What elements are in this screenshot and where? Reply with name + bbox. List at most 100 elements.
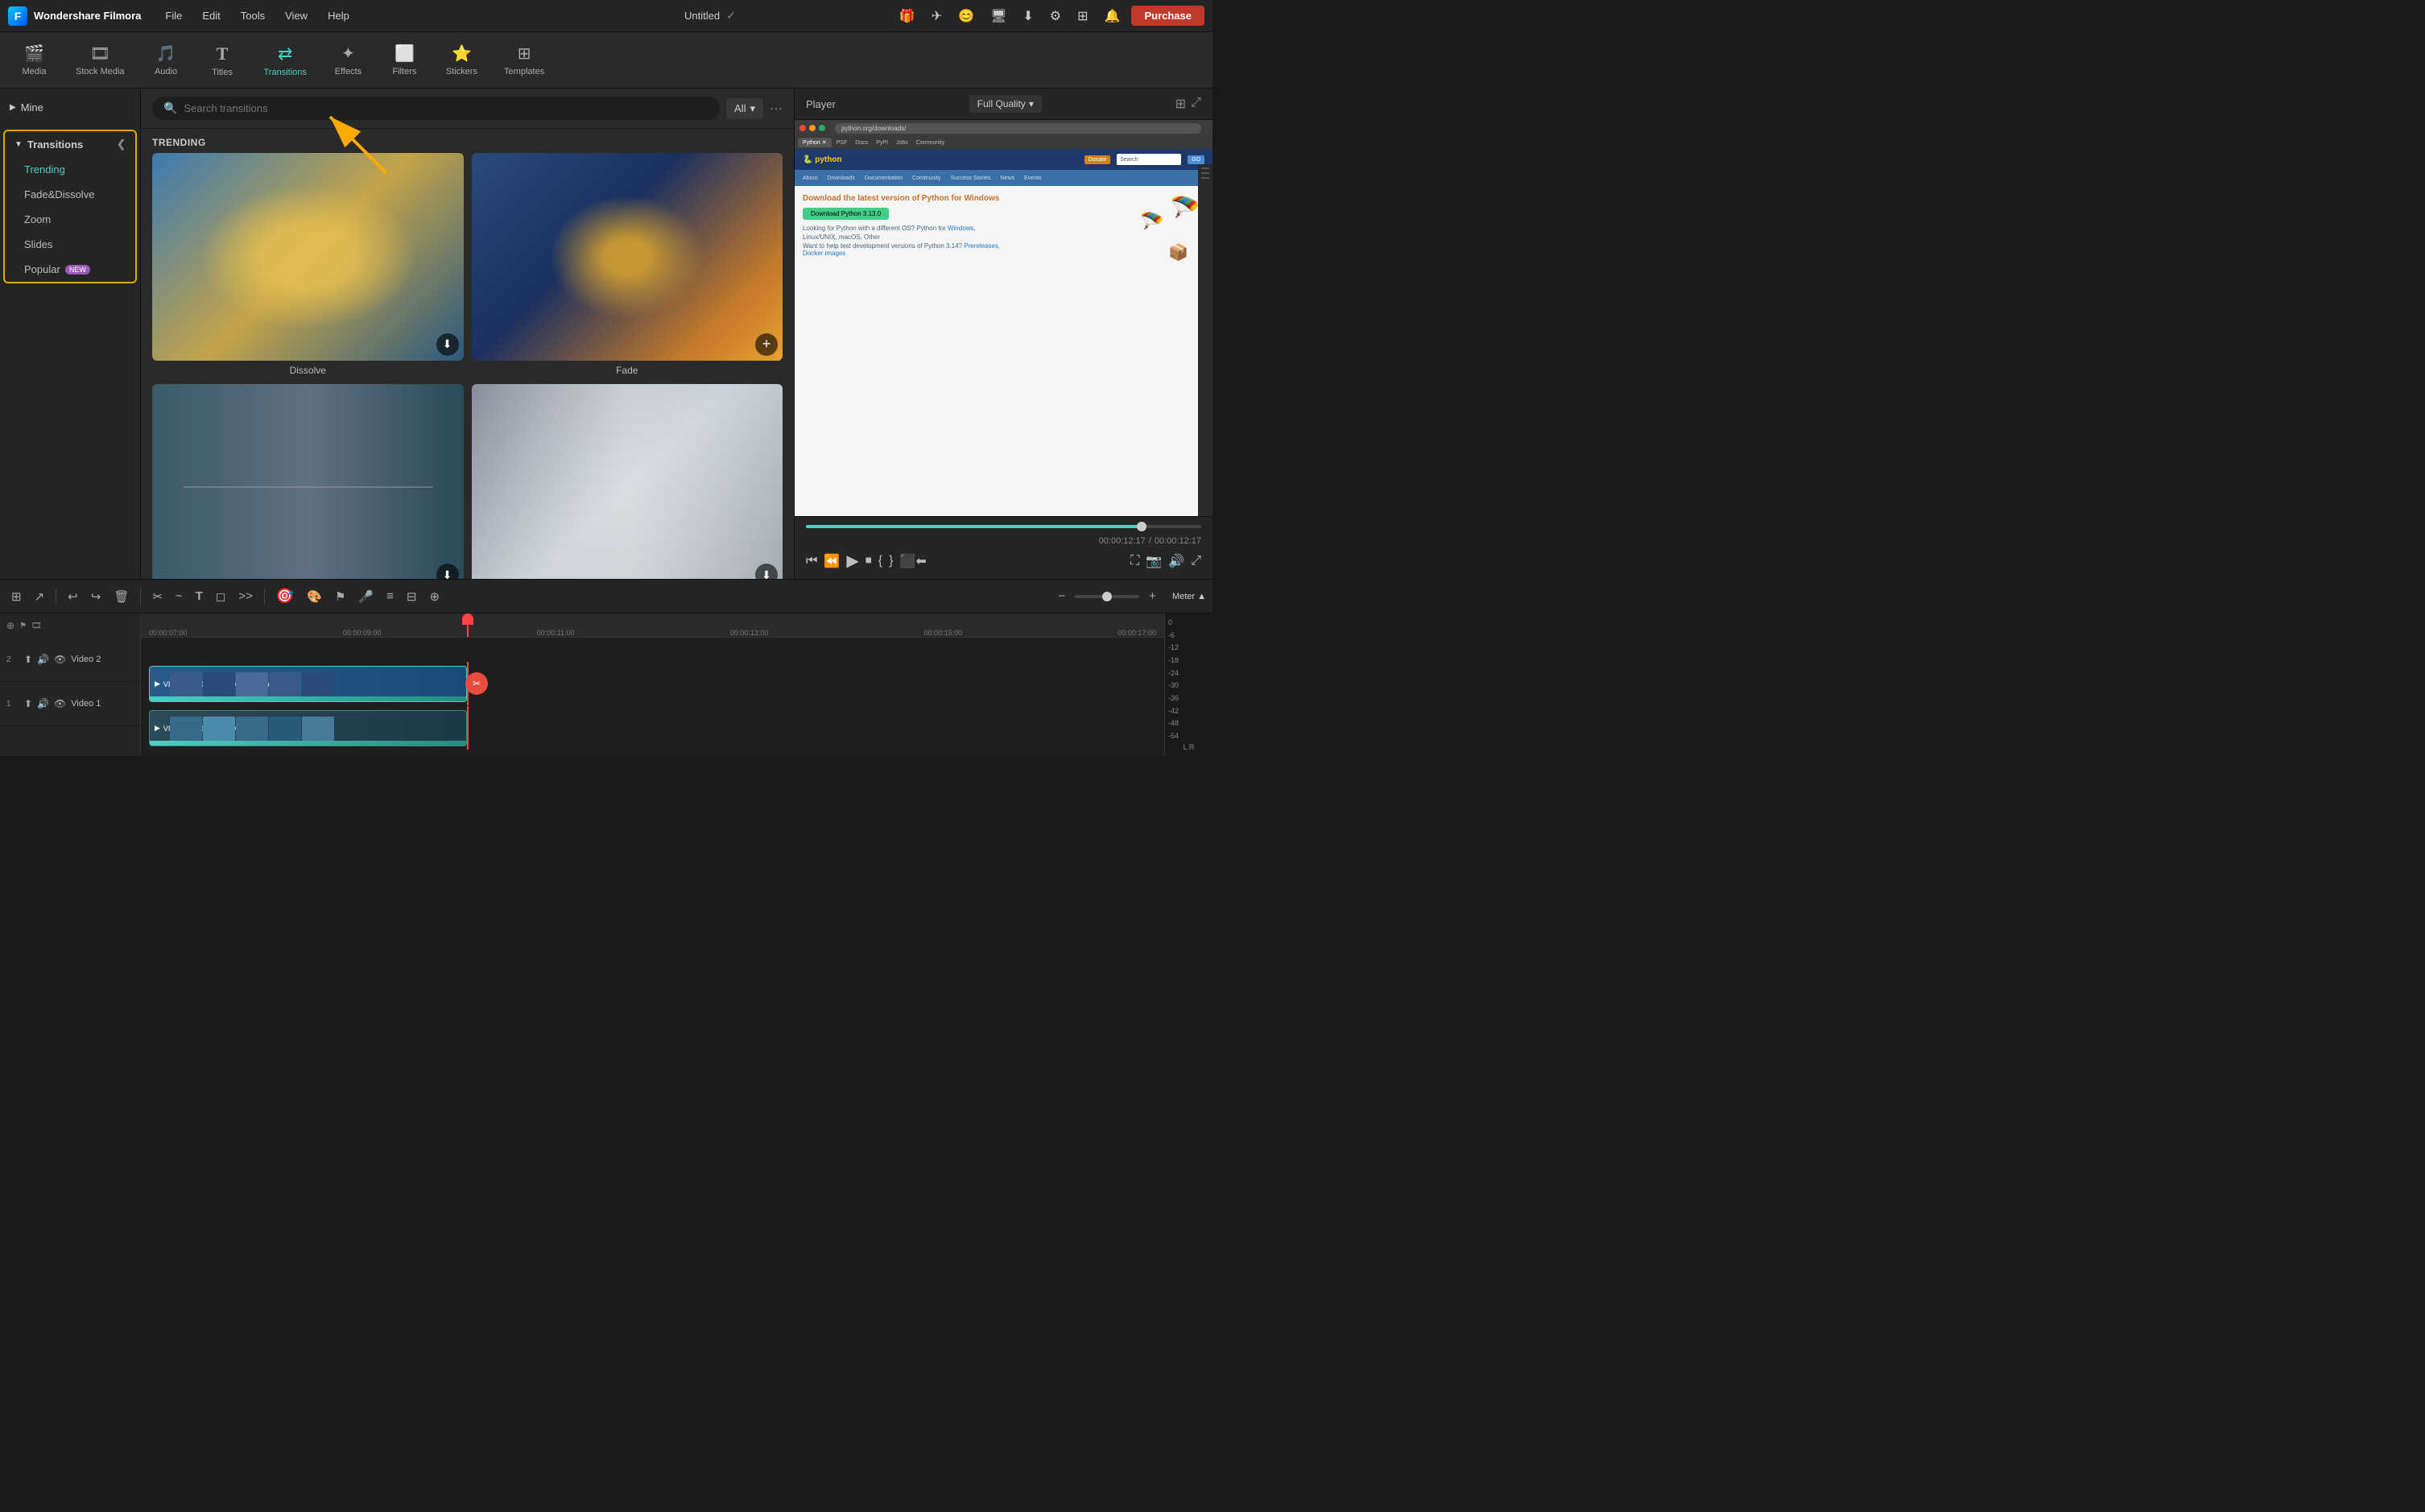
download-icon[interactable]: ⬇ [1018, 5, 1038, 27]
zoom-thumb[interactable] [1102, 592, 1112, 601]
tl-undo-button[interactable]: ↩ [63, 586, 83, 607]
meter-label: Meter ▲ [1172, 592, 1206, 601]
visibility-2-icon[interactable]: 👁 [54, 654, 66, 665]
tl-cut-button[interactable]: ✂ [147, 586, 167, 607]
desktop-icon[interactable]: 🖥 [985, 5, 1011, 27]
project-title: Untitled [684, 10, 720, 22]
sidebar-mine-header[interactable]: ▶ Mine [0, 95, 140, 120]
bracket-open-button[interactable]: { [878, 554, 882, 568]
volume-1-icon[interactable]: 🔊 [37, 698, 49, 709]
notification-icon[interactable]: 🔔 [1100, 5, 1126, 27]
sidebar-item-fade-dissolve[interactable]: Fade&Dissolve [5, 182, 135, 207]
fullscreen-player-button[interactable]: ⛶ [1130, 554, 1139, 568]
transition-card-dissolve[interactable]: ⬇ [152, 153, 464, 361]
add-clip-button[interactable]: 🎞 [31, 622, 42, 630]
zoom-in-button[interactable]: + [1144, 586, 1161, 606]
sidebar-item-zoom[interactable]: Zoom [5, 207, 135, 232]
sidebar-item-slides[interactable]: Slides [5, 232, 135, 257]
download-3-button[interactable]: ⬇ [436, 564, 459, 579]
add-fade-button[interactable]: + [755, 333, 778, 356]
upload-1-icon[interactable]: ⬆ [24, 698, 32, 709]
step-back-button[interactable]: ⏮ [806, 554, 817, 568]
nav-stickers[interactable]: ⭐ Stickers [435, 37, 489, 83]
track-header-video1: 1 ⬆ 🔊 👁 Video 1 [0, 682, 140, 726]
tl-audio-button[interactable]: ~ [171, 586, 188, 606]
settings-icon[interactable]: ⚙ [1045, 5, 1066, 27]
zoom-out-button[interactable]: − [1053, 586, 1070, 606]
layout-icon[interactable]: ⊞ [1072, 5, 1093, 27]
tl-auto-button[interactable]: ≡ [382, 586, 399, 606]
track-2-name: Video 2 [71, 655, 134, 664]
nav-audio[interactable]: 🎵 Audio [140, 37, 192, 83]
progress-bar[interactable] [806, 525, 1201, 528]
upload-icon[interactable]: ⬆ [24, 654, 32, 665]
nav-transitions[interactable]: ⇄ Transitions [253, 37, 318, 84]
menu-tools[interactable]: Tools [233, 6, 273, 25]
menu-view[interactable]: View [277, 6, 316, 25]
tl-delete-button[interactable]: 🗑 [109, 586, 134, 607]
ruler-time-0: 00:00:07:00 [149, 629, 188, 637]
python-download-btn[interactable]: Download Python 3.13.0 [803, 208, 889, 220]
tl-more-button[interactable]: >> [233, 586, 258, 606]
gift-icon[interactable]: 🎁 [894, 5, 920, 27]
tl-crop-button[interactable]: ◻ [211, 586, 230, 607]
progress-thumb[interactable] [1137, 522, 1146, 531]
nav-effects-label: Effects [335, 67, 361, 76]
visibility-1-icon[interactable]: 👁 [54, 698, 66, 709]
more-player-button[interactable]: ⤢ [1191, 554, 1201, 568]
download-dissolve-button[interactable]: ⬇ [436, 333, 459, 356]
purchase-button[interactable]: Purchase [1131, 6, 1204, 26]
menu-help[interactable]: Help [320, 6, 357, 25]
share-icon[interactable]: ✈ [927, 5, 947, 27]
nav-titles[interactable]: T Titles [196, 37, 249, 84]
sidebar-collapse-btn[interactable]: ❮ [117, 138, 126, 151]
tl-split-button[interactable]: ⊟ [402, 586, 422, 607]
tl-speed-button[interactable]: 🎯 [271, 585, 299, 608]
sidebar-item-trending[interactable]: Trending [5, 157, 135, 182]
video-clip-2[interactable]: ▶ VID_20241010_063504_Camera [149, 666, 467, 702]
nav-media[interactable]: 🎬 Media [8, 37, 60, 83]
filter-dropdown[interactable]: All ▾ [726, 98, 763, 119]
sidebar-item-popular[interactable]: Popular NEW [5, 257, 135, 282]
titles-icon: T [217, 43, 229, 64]
transition-card-3[interactable]: ⬇ [152, 384, 464, 579]
snapshot-button[interactable]: 📷 [1146, 553, 1162, 569]
tl-redo-button[interactable]: ↪ [86, 586, 106, 607]
fullscreen-icon[interactable]: ⤢ [1191, 96, 1201, 112]
download-4-button[interactable]: ⬇ [755, 564, 778, 579]
nav-stock-media[interactable]: 🎞 Stock Media [64, 37, 136, 83]
more-options-button[interactable]: ⋯ [770, 101, 783, 117]
tl-add-clip-button[interactable]: ⊕ [424, 586, 444, 607]
tl-markers-button[interactable]: ⚑ [330, 586, 350, 607]
nav-effects[interactable]: ✦ Effects [322, 37, 374, 83]
nav-filters[interactable]: ⬜ Filters [378, 37, 431, 83]
volume-button[interactable]: 🔊 [1168, 553, 1184, 569]
tl-select-button[interactable]: ↗ [30, 586, 50, 607]
tl-text-button[interactable]: T [191, 586, 208, 606]
sidebar-transitions-header[interactable]: ▼ Transitions ❮ [5, 131, 135, 157]
player-preview: python.org/downloads/ Python ✕ PSF Docs … [795, 120, 1212, 516]
transition-item-4: ⬇ [472, 384, 783, 579]
tl-scenes-button[interactable]: ⊞ [6, 586, 27, 607]
nav-templates[interactable]: ⊞ Templates [493, 37, 556, 83]
zoom-slider[interactable] [1075, 595, 1139, 598]
add-track-button[interactable]: ⊕ [6, 620, 14, 631]
volume-2-icon[interactable]: 🔊 [37, 654, 49, 665]
video-clip-1[interactable]: ▶ VID_20241010_063504_Screen Recorder [149, 710, 467, 746]
search-input[interactable] [184, 102, 708, 114]
menu-file[interactable]: File [157, 6, 190, 25]
bracket-close-button[interactable]: } [889, 554, 893, 568]
transition-card-4[interactable]: ⬇ [472, 384, 783, 579]
menu-edit[interactable]: Edit [194, 6, 228, 25]
transition-card-fade[interactable]: + [472, 153, 783, 361]
export-button[interactable]: ⬛⬅ [899, 553, 926, 569]
play-button[interactable]: ▶ [846, 551, 858, 571]
stop-button[interactable]: ⏹ [865, 554, 872, 568]
tl-voice-button[interactable]: 🎤 [353, 586, 378, 607]
quality-selector[interactable]: Full Quality ▾ [969, 95, 1042, 113]
prev-frame-button[interactable]: ⏪ [824, 553, 840, 569]
emoji-icon[interactable]: 😊 [953, 5, 979, 27]
add-track-label[interactable]: ⚑ [19, 622, 27, 630]
grid-view-icon[interactable]: ⊞ [1175, 96, 1186, 112]
tl-color-button[interactable]: 🎨 [302, 586, 327, 607]
